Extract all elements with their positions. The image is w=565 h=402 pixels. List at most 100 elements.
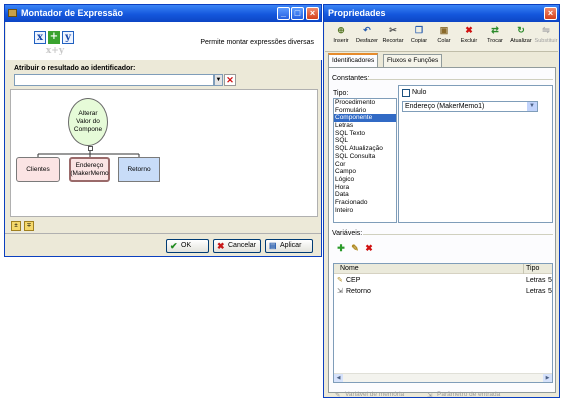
cut-button[interactable]: ✂ Recortar xyxy=(380,25,406,44)
diagram-node-endereco[interactable]: Endereço (MakerMemo xyxy=(69,157,110,182)
delete-button[interactable]: ✖ Excluir xyxy=(456,25,482,44)
replace-button[interactable]: ⇋ Substituir xyxy=(533,25,559,44)
variables-table-header: Nome Tipo xyxy=(334,264,552,274)
refresh-icon: ↻ xyxy=(517,25,525,35)
diagram-node-retorno[interactable]: Retorno xyxy=(118,157,160,182)
memory-variable-legend-icon: ✎ xyxy=(335,392,341,399)
tipo-item[interactable]: SQL Atualização xyxy=(334,145,396,153)
tipo-item[interactable]: Lógico xyxy=(334,176,396,184)
zoom-out-icon[interactable]: ∓ xyxy=(24,221,34,231)
tipo-item[interactable]: Letras xyxy=(334,122,396,130)
replace-icon: ⇋ xyxy=(542,25,550,35)
logo-plus: + xyxy=(48,31,60,44)
swap-icon: ⇄ xyxy=(491,25,499,35)
header-description: Permite montar expressões diversas xyxy=(200,39,314,46)
tipo-item[interactable]: Inteiro xyxy=(334,207,396,215)
window-title: Propriedades xyxy=(328,8,386,18)
identifiers-panel: Constantes: Tipo: Procedimento Formulári… xyxy=(328,67,556,399)
horizontal-scrollbar[interactable]: ◀ ▶ xyxy=(334,373,552,382)
variable-type: Letras xyxy=(526,277,546,284)
diagram-node-clientes[interactable]: Clientes xyxy=(16,157,60,182)
paste-button[interactable]: ▣ Colar xyxy=(431,25,457,44)
properties-titlebar[interactable]: Propriedades × xyxy=(324,5,559,22)
column-header-nome[interactable]: Nome xyxy=(340,264,359,274)
apply-button[interactable]: ▤ Aplicar xyxy=(265,239,313,253)
app-icon xyxy=(8,9,17,17)
divider xyxy=(367,79,553,80)
ok-label: OK xyxy=(181,242,192,249)
logo-reflection: x+y xyxy=(45,46,65,56)
copy-button[interactable]: ❐ Copiar xyxy=(406,25,432,44)
nulo-checkbox[interactable] xyxy=(402,89,410,97)
tipo-item[interactable]: Campo xyxy=(334,168,396,176)
componente-select-value: Endereço (MakerMemo1) xyxy=(405,103,485,110)
zoom-in-icon[interactable]: ± xyxy=(11,221,21,231)
variable-name: CEP xyxy=(346,277,361,284)
diagram-node-alterar[interactable]: Alterar Valor do Compone xyxy=(68,98,108,146)
header-panel: x + y x+y Permite montar expressões dive… xyxy=(6,22,322,60)
ok-button[interactable]: ✔ OK xyxy=(166,239,209,253)
identifier-input[interactable] xyxy=(14,74,214,86)
diagram-expand-handle[interactable] xyxy=(88,146,93,151)
maximize-button[interactable]: □ xyxy=(291,7,304,20)
tipo-item[interactable]: SQL Texto xyxy=(334,130,396,138)
edit-variable-icon[interactable]: ✎ xyxy=(350,243,360,253)
tipo-item[interactable]: Hora xyxy=(334,184,396,192)
variable-size: 5 xyxy=(548,288,552,295)
add-variable-icon[interactable]: ✚ xyxy=(336,243,346,253)
tipo-item[interactable]: Fracionado xyxy=(334,199,396,207)
tipo-item[interactable]: Formulário xyxy=(334,107,396,115)
scroll-left-icon[interactable]: ◀ xyxy=(334,374,343,382)
tool-label: Substituir xyxy=(534,38,558,44)
variable-type: Letras xyxy=(526,288,546,295)
node-text: (MakerMemo xyxy=(70,169,109,177)
legend-input-param: Parâmetro de entrada xyxy=(437,391,501,398)
minimize-button[interactable]: _ xyxy=(277,7,290,20)
tipo-item[interactable]: SQL xyxy=(334,137,396,145)
cancel-icon: ✖ xyxy=(217,241,225,251)
assign-label: Atribuir o resultado ao identificador: xyxy=(14,65,136,72)
diagram-connectors xyxy=(37,151,140,157)
expression-canvas[interactable]: Alterar Valor do Compone Clientes Endere… xyxy=(10,89,318,217)
cancel-label: Cancelar xyxy=(228,242,257,249)
close-button[interactable]: × xyxy=(306,7,319,20)
refresh-button[interactable]: ↻ Atualizar xyxy=(508,25,534,44)
chevron-down-icon[interactable]: ▼ xyxy=(527,102,537,111)
clear-identifier-button[interactable]: ✕ xyxy=(224,74,236,86)
close-button[interactable]: × xyxy=(544,7,557,20)
tipo-item[interactable]: Data xyxy=(334,191,396,199)
window-title: Montador de Expressão xyxy=(21,8,124,18)
swap-button[interactable]: ⇄ Trocar xyxy=(482,25,508,44)
tipo-item-selected[interactable]: Componente xyxy=(334,114,396,123)
dialog-button-bar: ✔ OK ✖ Cancelar ▤ Aplicar xyxy=(5,233,321,257)
divider xyxy=(363,234,553,235)
componente-select[interactable]: Endereço (MakerMemo1) ▼ xyxy=(402,101,538,112)
tool-label: Copiar xyxy=(410,38,428,44)
tool-label: Atualizar xyxy=(510,38,532,44)
tool-label: Trocar xyxy=(487,38,503,44)
tipo-item[interactable]: Procedimento xyxy=(334,99,396,107)
scroll-right-icon[interactable]: ▶ xyxy=(543,374,552,382)
undo-button[interactable]: ↶ Desfazer xyxy=(354,25,380,44)
table-row[interactable]: ✎ CEP Letras 5 xyxy=(334,275,552,286)
apply-icon: ▤ xyxy=(269,241,277,250)
tipo-item[interactable]: Cor xyxy=(334,161,396,169)
node-text: Compone xyxy=(73,126,103,133)
expression-builder-titlebar[interactable]: Montador de Expressão _ □ × xyxy=(5,5,321,22)
tab-identificadores[interactable]: Identificadores xyxy=(328,53,379,67)
tab-fluxos-funcoes[interactable]: Fluxos e Funções xyxy=(383,54,443,67)
node-text: Alterar xyxy=(78,110,98,117)
column-header-tipo[interactable]: Tipo xyxy=(526,264,539,274)
tool-label: Colar xyxy=(437,38,451,44)
tipo-list[interactable]: Procedimento Formulário Componente Letra… xyxy=(333,98,397,223)
constant-properties-panel: Nulo Endereço (MakerMemo1) ▼ xyxy=(398,85,553,223)
identifier-dropdown-button[interactable]: ▼ xyxy=(214,74,223,86)
table-row[interactable]: ⇲ Retorno Letras 5 xyxy=(334,286,552,297)
cancel-button[interactable]: ✖ Cancelar xyxy=(213,239,261,253)
node-text: Clientes xyxy=(26,165,50,173)
insert-button[interactable]: ⊕ Inserir xyxy=(328,25,354,44)
delete-variable-icon[interactable]: ✖ xyxy=(364,243,374,253)
variable-name: Retorno xyxy=(346,288,371,295)
tipo-item[interactable]: SQL Consulta xyxy=(334,153,396,161)
tool-label: Inserir xyxy=(333,38,349,44)
